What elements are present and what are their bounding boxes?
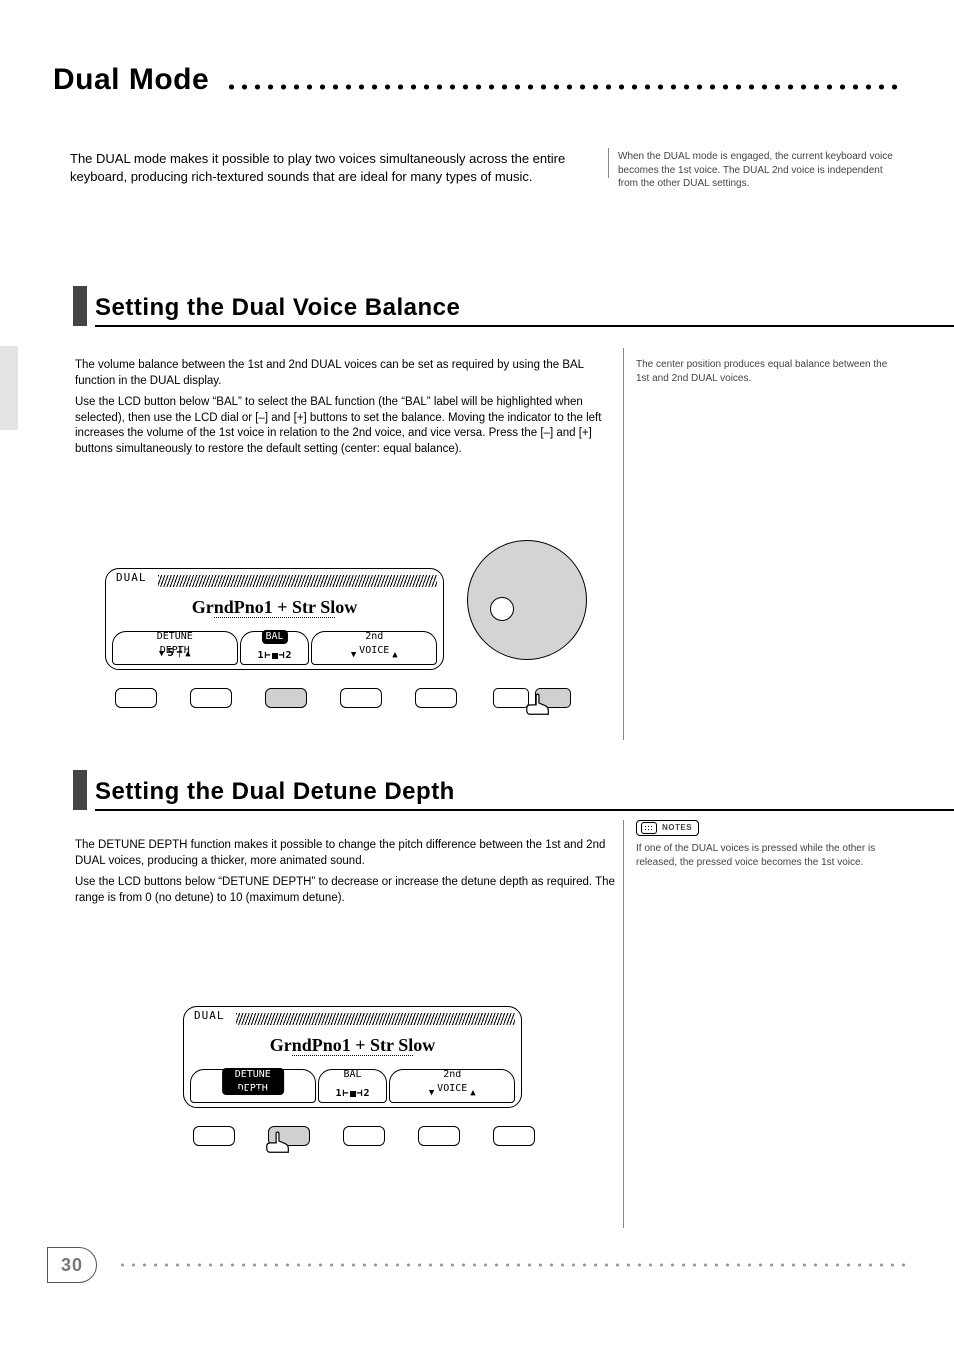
lcd-mode-label: DUAL — [116, 571, 147, 586]
intro-right-text: When the DUAL mode is engaged, the curre… — [618, 150, 898, 191]
lcd-screen-1: DUAL GrndPno1 + Str Slow DETUNE DEPTH ▼5… — [105, 568, 444, 670]
footer-dot-leader — [117, 1263, 907, 1267]
lcd-voice-line: GrndPno1 + Str Slow — [106, 595, 443, 619]
header-dot-leader — [225, 84, 901, 90]
lcd-button-4[interactable] — [418, 1126, 460, 1146]
page-title: Dual Mode — [53, 60, 209, 101]
page-number: 30 — [47, 1247, 97, 1283]
page-footer: 30 — [47, 1247, 907, 1283]
figure-2: DUAL GrndPno1 + Str Slow DETUNE DEPTH ▼7… — [183, 1006, 523, 1176]
down-triangle-icon: ▼ — [237, 1086, 242, 1098]
lcd-button-5[interactable] — [415, 688, 457, 708]
section-2-para-1: The DETUNE DEPTH function makes it possi… — [75, 838, 615, 869]
section-1-title: Setting the Dual Voice Balance — [95, 292, 460, 324]
up-triangle-icon: ▲ — [185, 648, 190, 660]
intro-left: The DUAL mode makes it possible to play … — [70, 150, 610, 191]
section-2-heading: Setting the Dual Detune Depth — [73, 770, 881, 810]
section-1-body-right: The center position produces equal balan… — [636, 358, 896, 391]
lcd-hatch-pattern — [158, 575, 437, 587]
lcd-button-2[interactable] — [190, 688, 232, 708]
notes-badge: NOTES — [636, 820, 699, 836]
section-1-heading: Setting the Dual Voice Balance — [73, 286, 881, 326]
section-2-para-2: Use the LCD buttons below “DETUNE DEPTH”… — [75, 875, 615, 906]
bal-pointer-icon — [272, 653, 278, 659]
notes-badge-label: NOTES — [662, 823, 692, 834]
lcd-button-1[interactable] — [115, 688, 157, 708]
bal-line-icon: ⊢ — [342, 1088, 348, 1099]
down-triangle-icon: ▼ — [351, 649, 356, 661]
center-marker-icon: ┿ — [177, 649, 182, 658]
lcd-tab-2nd-voice: 2nd VOICE ▼▲ — [389, 1069, 515, 1103]
lcd-screen-2: DUAL GrndPno1 + Str Slow DETUNE DEPTH ▼7… — [183, 1006, 522, 1108]
lcd-tab-bal-label: BAL — [261, 630, 287, 644]
section-2-rule — [95, 809, 954, 811]
pointing-hand-icon — [263, 1126, 293, 1156]
lcd-detune-value-1: 5 — [167, 646, 174, 661]
intro-right: When the DUAL mode is engaged, the curre… — [618, 150, 898, 197]
lcd-tab-2nd-voice: 2nd VOICE ▼▲ — [311, 631, 437, 665]
lcd-tab-bal: BAL 1⊢ ⊣2 — [318, 1069, 388, 1103]
section-bar-icon — [73, 770, 87, 810]
section-1-para-2: Use the LCD button below “BAL” to select… — [75, 395, 615, 457]
section-2-notes-text: If one of the DUAL voices is pressed whi… — [636, 842, 896, 869]
center-marker-icon: ┿ — [255, 1087, 260, 1096]
section-1-para-1: The volume balance between the 1st and 2… — [75, 358, 615, 389]
lcd-tab-bal-label: BAL — [339, 1068, 365, 1082]
bal-pointer-icon — [350, 1091, 356, 1097]
bal-line-icon: ⊢ — [264, 650, 270, 661]
lcd-bal-right: 2 — [286, 650, 292, 661]
section-2-col-divider — [623, 820, 624, 1228]
up-triangle-icon: ▲ — [263, 1086, 268, 1098]
intro-separator — [608, 148, 609, 178]
section-1-rule — [95, 325, 954, 327]
section-bar-icon — [73, 286, 87, 326]
up-triangle-icon: ▲ — [392, 649, 397, 661]
lcd-detune-value-2: 7 — [245, 1084, 252, 1099]
lcd-tab-bal: BAL 1⊢ ⊣2 — [240, 631, 310, 665]
lcd-button-3[interactable] — [265, 688, 307, 708]
lcd-mode-label: DUAL — [194, 1009, 225, 1024]
dial-hub — [490, 597, 514, 621]
lcd-tab-detune: DETUNE DEPTH ▼7┿▲ — [190, 1069, 316, 1103]
figure-1: DUAL GrndPno1 + Str Slow DETUNE DEPTH ▼5… — [105, 568, 605, 738]
lcd-button-5[interactable] — [493, 1126, 535, 1146]
section-2-title: Setting the Dual Detune Depth — [95, 776, 455, 808]
lcd-button-3[interactable] — [343, 1126, 385, 1146]
down-triangle-icon: ▼ — [159, 648, 164, 660]
lcd-button-1[interactable] — [193, 1126, 235, 1146]
bal-line-icon: ⊣ — [279, 650, 285, 661]
section-1-body-left: The volume balance between the 1st and 2… — [75, 358, 615, 463]
keyboard-icon — [641, 822, 657, 834]
down-triangle-icon: ▼ — [429, 1087, 434, 1099]
pointing-hand-icon — [523, 688, 553, 718]
section-2-body-left: The DETUNE DEPTH function makes it possi… — [75, 838, 615, 912]
lcd-bal-right: 2 — [364, 1088, 370, 1099]
lcd-voice-line: GrndPno1 + Str Slow — [184, 1033, 521, 1057]
lcd-bal-left: 1 — [335, 1088, 341, 1099]
lcd-underline — [214, 617, 335, 618]
section-2-body-right: NOTES If one of the DUAL voices is press… — [636, 820, 896, 875]
section-1-col-divider — [623, 348, 624, 740]
lcd-tab-detune: DETUNE DEPTH ▼5┿▲ — [112, 631, 238, 665]
page-edge-tab — [0, 346, 18, 430]
page-header: Dual Mode — [53, 60, 901, 101]
data-dial[interactable] — [467, 540, 607, 660]
up-triangle-icon: ▲ — [470, 1087, 475, 1099]
intro-left-text: The DUAL mode makes it possible to play … — [70, 150, 610, 185]
lcd-hatch-pattern — [236, 1013, 515, 1025]
lcd-underline — [292, 1055, 413, 1056]
bal-line-icon: ⊣ — [357, 1088, 363, 1099]
lcd-bal-left: 1 — [257, 650, 263, 661]
section-1-right-para: The center position produces equal balan… — [636, 358, 896, 385]
lcd-button-4[interactable] — [340, 688, 382, 708]
